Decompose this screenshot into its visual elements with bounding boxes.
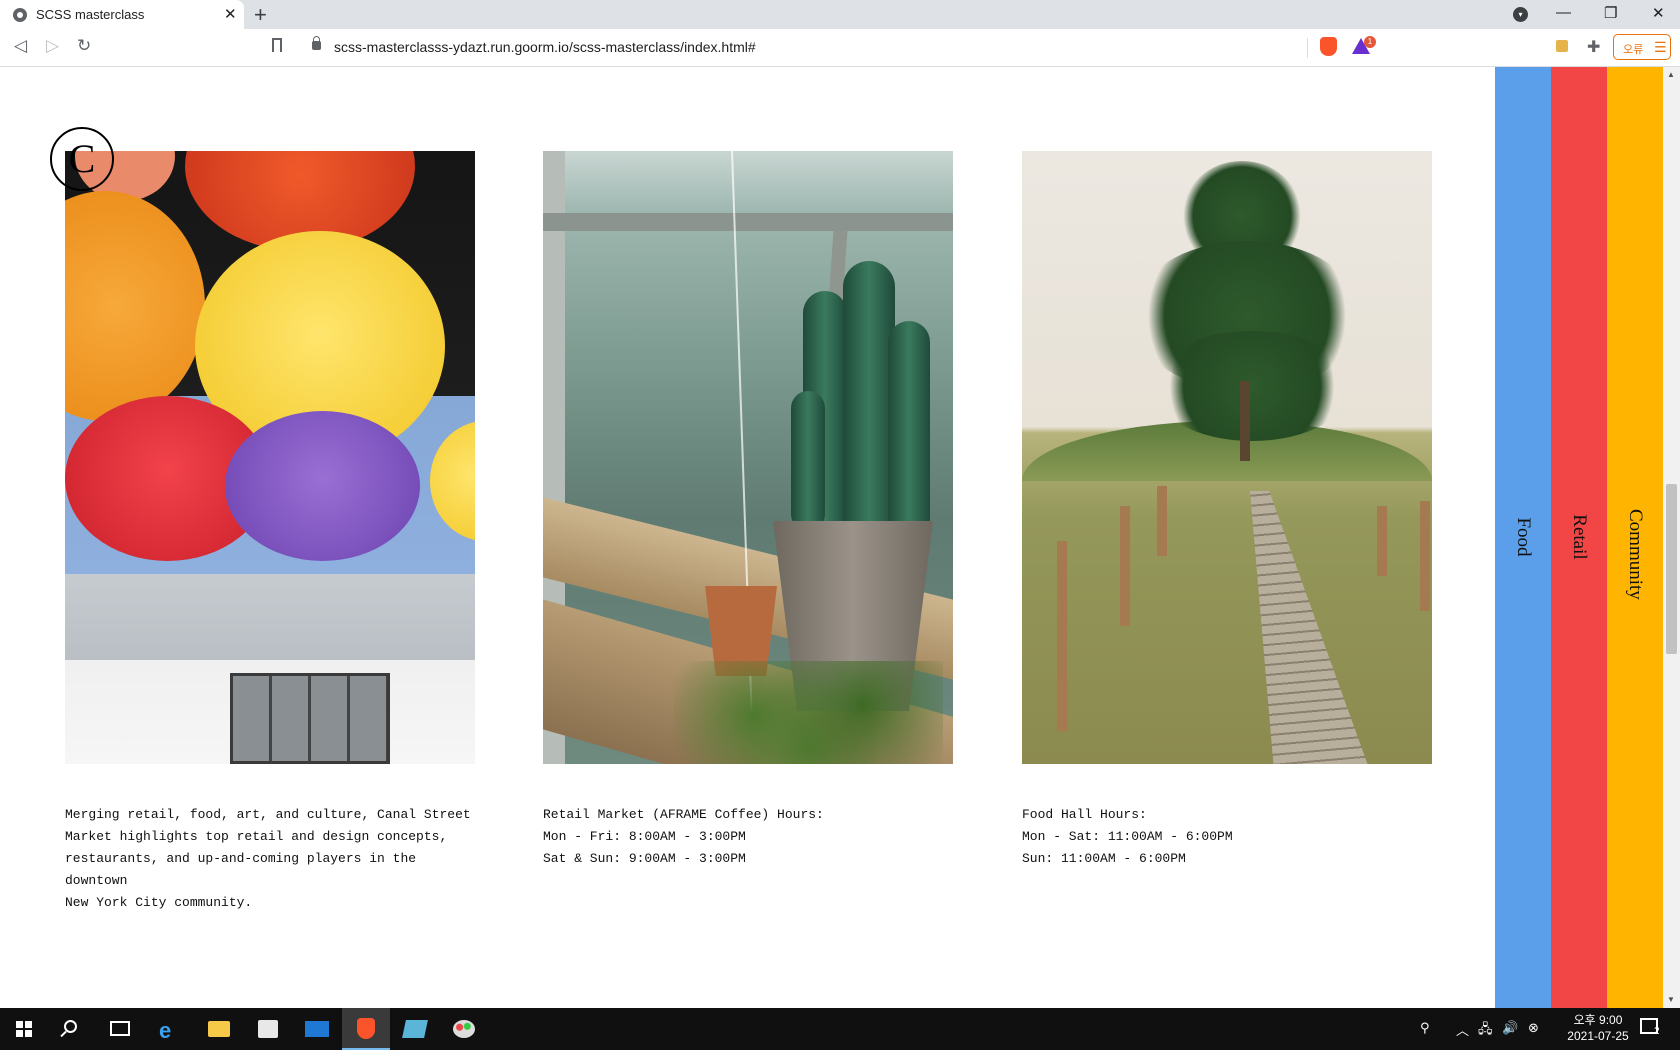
tab-scss-masterclass[interactable]: SCSS masterclass ✕	[0, 0, 244, 29]
forward-button[interactable]: ▷	[46, 36, 59, 56]
tree-path-photo	[1022, 151, 1432, 764]
extension-icon[interactable]	[1556, 40, 1568, 52]
umbrellas-photo	[65, 151, 475, 764]
clock-time: 오후 9:00	[1573, 1013, 1623, 1027]
taskbar-paint[interactable]	[440, 1008, 488, 1050]
card-caption: Merging retail, food, art, and culture, …	[65, 807, 471, 910]
nav-food[interactable]: Food	[1495, 67, 1551, 1008]
mail-icon	[305, 1021, 329, 1037]
notification-count: 2	[1654, 1026, 1660, 1037]
task-view-icon	[110, 1021, 130, 1036]
bookmark-icon[interactable]	[272, 38, 282, 52]
status-close-icon[interactable]: ⊗	[1528, 1020, 1539, 1036]
search-icon	[64, 1020, 77, 1033]
lock-icon	[312, 36, 321, 50]
app-icon	[402, 1020, 428, 1038]
folder-icon	[208, 1021, 230, 1037]
brave-shields-icon[interactable]	[1320, 37, 1337, 56]
windows-logo-icon	[16, 1021, 32, 1037]
volume-icon[interactable]: 🔊	[1502, 1020, 1518, 1036]
scroll-up-arrow-icon[interactable]: ▲	[1667, 70, 1675, 79]
network-icon[interactable]: 🖧	[1478, 1020, 1493, 1042]
restore-button[interactable]: ❐	[1604, 4, 1617, 22]
error-menu-button[interactable]: 오류 ☰	[1613, 34, 1671, 60]
reload-button[interactable]: ↻	[77, 36, 91, 56]
windows-taskbar: e ⚲ ︿ 🖧 🔊 ⊗ 오후 9:00 2021-07-25 2	[0, 1008, 1680, 1050]
extensions-puzzle-icon[interactable]: ✚	[1587, 37, 1600, 57]
edge-icon: e	[159, 1018, 172, 1043]
nav-retail[interactable]: Retail	[1551, 67, 1607, 1008]
toolbar-divider	[1307, 38, 1308, 58]
tab-search-dropdown-icon[interactable]: ▾	[1513, 7, 1528, 22]
error-label: 오류	[1623, 44, 1644, 56]
page-viewport: C Merging retail, food, art, and culture…	[0, 67, 1680, 1008]
nav-community-label: Community	[1625, 509, 1646, 600]
cactus-photo	[543, 151, 953, 764]
taskbar-clock[interactable]: 오후 9:00 2021-07-25	[1548, 1012, 1648, 1044]
nav-food-label: Food	[1513, 517, 1534, 557]
paint-icon	[453, 1020, 475, 1038]
card-intro: Merging retail, food, art, and culture, …	[65, 151, 475, 914]
scroll-down-arrow-icon[interactable]: ▼	[1667, 995, 1675, 1004]
taskbar-store[interactable]	[244, 1008, 292, 1050]
store-icon	[258, 1020, 278, 1038]
nav-retail-label: Retail	[1569, 514, 1590, 560]
scroll-thumb[interactable]	[1666, 484, 1677, 654]
site-logo[interactable]: C	[50, 127, 114, 191]
card-caption: Food Hall Hours: Mon - Sat: 11:00AM - 6:…	[1022, 807, 1233, 866]
rewards-badge: 1	[1364, 36, 1376, 48]
address-bar[interactable]: scss-masterclasss-ydazt.run.goorm.io/scs…	[300, 32, 1308, 62]
clock-date: 2021-07-25	[1567, 1029, 1629, 1043]
url-text[interactable]: scss-masterclasss-ydazt.run.goorm.io/scs…	[334, 39, 756, 55]
window-close-button[interactable]: ✕	[1652, 4, 1665, 22]
taskbar-brave[interactable]	[342, 1008, 390, 1050]
taskbar-edge[interactable]: e	[146, 1008, 194, 1050]
taskbar-app[interactable]	[391, 1008, 439, 1050]
card-food-hours: Food Hall Hours: Mon - Sat: 11:00AM - 6:…	[1022, 151, 1432, 870]
tray-chevron-icon[interactable]: ︿	[1456, 1020, 1469, 1039]
page-scrollbar[interactable]: ▲ ▼	[1663, 67, 1680, 1008]
back-button[interactable]: ◁	[14, 36, 27, 56]
new-tab-button[interactable]: +	[254, 2, 267, 28]
nav-community[interactable]: Community	[1607, 67, 1663, 1008]
browser-toolbar: ◁ ▷ ↻ scss-masterclasss-ydazt.run.goorm.…	[0, 29, 1680, 67]
tab-title: SCSS masterclass	[36, 7, 145, 22]
tab-close-button[interactable]: ✕	[224, 5, 237, 23]
taskbar-search-button[interactable]	[48, 1008, 96, 1050]
menu-icon: ☰	[1654, 39, 1667, 55]
globe-icon	[13, 8, 27, 22]
card-retail-hours: Retail Market (AFRAME Coffee) Hours: Mon…	[543, 151, 953, 870]
tab-strip: SCSS masterclass ✕ + ▾ — ❐ ✕	[0, 0, 1680, 29]
taskbar-file-explorer[interactable]	[195, 1008, 243, 1050]
start-button[interactable]	[0, 1008, 48, 1050]
brave-icon	[357, 1018, 375, 1039]
logo-letter: C	[68, 136, 96, 181]
minimize-button[interactable]: —	[1556, 4, 1571, 21]
taskbar-mail[interactable]	[293, 1008, 341, 1050]
card-caption: Retail Market (AFRAME Coffee) Hours: Mon…	[543, 807, 824, 866]
people-icon[interactable]: ⚲	[1420, 1020, 1430, 1036]
task-view-button[interactable]	[96, 1008, 144, 1050]
